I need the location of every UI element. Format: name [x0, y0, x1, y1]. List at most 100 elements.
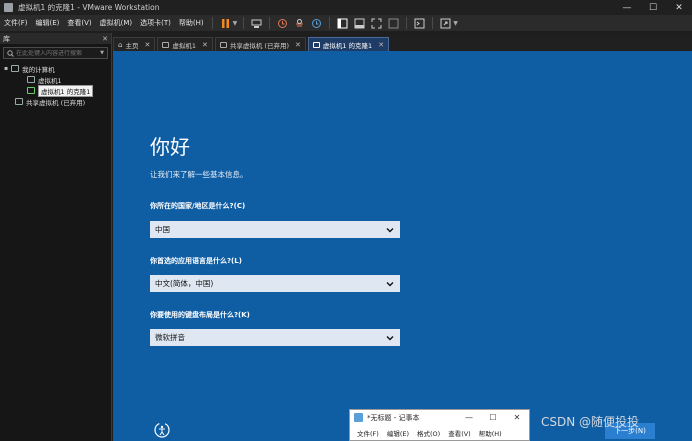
tab-label: 主页 [125, 41, 139, 50]
tab-vm1[interactable]: 虚拟机1 ✕ [157, 37, 213, 51]
menu-edit[interactable]: 编辑(E) [32, 18, 64, 28]
accessibility-icon[interactable] [153, 421, 171, 439]
stretch-guest-button[interactable] [438, 17, 453, 30]
minimize-button[interactable]: — [614, 0, 640, 15]
notepad-menu-edit[interactable]: 编辑(E) [383, 428, 413, 438]
console-button[interactable] [412, 17, 427, 30]
search-icon [7, 49, 14, 57]
notepad-menu-help[interactable]: 帮助(H) [475, 428, 506, 438]
notepad-menu-view[interactable]: 查看(V) [444, 428, 475, 438]
tab-bar: ⌂ 主页 ✕ 虚拟机1 ✕ 共享虚拟机 (已弃用) ✕ 虚拟机1 的克隆1 ✕ [113, 36, 692, 51]
notepad-menu-format[interactable]: 格式(O) [413, 428, 444, 438]
csdn-watermark: CSDN @随便投投 [541, 415, 640, 429]
menu-toolbar: 文件(F) 编辑(E) 查看(V) 虚拟机(M) 选项卡(T) 帮助(H) ▼ … [0, 15, 692, 31]
notepad-menu-file[interactable]: 文件(F) [353, 428, 383, 438]
notepad-window[interactable]: *无标题 - 记事本 — ☐ ✕ 文件(F) 编辑(E) 格式(O) 查看(V)… [349, 409, 530, 441]
tab-label: 虚拟机1 的克隆1 [322, 41, 373, 50]
window-controls: — ☐ ✕ [614, 0, 692, 15]
toolbar-separator [329, 17, 331, 29]
chevron-down-icon [386, 227, 394, 232]
region-value: 中国 [155, 225, 170, 234]
keyboard-send-icon [251, 19, 262, 28]
shared-vm-icon [219, 41, 227, 48]
notepad-maximize-button[interactable]: ☐ [481, 413, 505, 422]
vmware-app-icon [4, 3, 13, 12]
close-window-button[interactable]: ✕ [666, 0, 692, 15]
library-tree: ▪ 我的计算机 虚拟机1 虚拟机1 的克隆1 共享虚拟机 (已弃用) [0, 63, 111, 107]
notepad-window-controls: — ☐ ✕ [457, 413, 529, 422]
library-close-button[interactable]: ✕ [102, 35, 108, 43]
library-title: 库 [3, 34, 10, 43]
pause-button[interactable] [218, 17, 233, 30]
chevron-down-icon [386, 281, 394, 286]
notepad-icon [354, 413, 363, 422]
library-header: 库 ✕ [0, 33, 111, 44]
unity-button[interactable] [386, 17, 401, 30]
revert-snapshot-button[interactable] [292, 17, 307, 30]
home-icon: ⌂ [118, 40, 123, 49]
snapshot-manager-icon [312, 18, 322, 28]
library-search-input[interactable] [16, 49, 96, 57]
tab-home[interactable]: ⌂ 主页 ✕ [113, 37, 156, 51]
vm-icon [27, 76, 35, 83]
tree-label-my-computer: 我的计算机 [22, 65, 55, 74]
toolbar-separator [211, 17, 213, 29]
send-ctrl-alt-del-button[interactable] [249, 17, 264, 30]
toolbar-separator [432, 17, 434, 29]
region-select[interactable]: 中国 [150, 221, 400, 238]
vm-icon [312, 41, 320, 48]
tree-item-shared-vms[interactable]: 共享虚拟机 (已弃用) [0, 96, 111, 107]
oobe-title: 你好 [150, 135, 190, 159]
shared-vm-icon [15, 98, 23, 105]
tree-item-vm1-clone[interactable]: 虚拟机1 的克隆1 [0, 84, 111, 97]
tab-close-icon[interactable]: ✕ [295, 41, 301, 49]
menu-view[interactable]: 查看(V) [63, 18, 95, 28]
keyboard-question: 你要使用的键盘布局是什么?(K) [150, 311, 250, 319]
tree-label-vm1: 虚拟机1 [38, 76, 62, 85]
vm-icon [162, 41, 170, 48]
notepad-title-bar: *无标题 - 记事本 — ☐ ✕ [350, 410, 529, 425]
region-question: 你所在的国家/地区是什么?(C) [150, 202, 246, 210]
tab-close-icon[interactable]: ✕ [144, 41, 150, 49]
library-view-icon [337, 18, 348, 28]
keyboard-select[interactable]: 微软拼音 [150, 329, 400, 346]
menu-vm[interactable]: 虚拟机(M) [96, 18, 137, 28]
thumbnail-bar-button[interactable] [352, 17, 367, 30]
notepad-title: *无标题 - 记事本 [367, 413, 420, 422]
window-title: 虚拟机1 的克隆1 - VMware Workstation [18, 3, 160, 12]
menu-tabs[interactable]: 选项卡(T) [136, 18, 175, 28]
snapshot-manager-button[interactable] [309, 17, 324, 30]
fullscreen-icon [371, 18, 382, 28]
library-search-box[interactable]: ▼ [3, 47, 108, 59]
keyboard-value: 微软拼音 [155, 333, 185, 342]
tree-item-my-computer[interactable]: ▪ 我的计算机 [0, 63, 111, 74]
toolbar-separator [269, 17, 271, 29]
tab-vm1-clone[interactable]: 虚拟机1 的克隆1 ✕ [307, 37, 390, 51]
tab-shared-vms[interactable]: 共享虚拟机 (已弃用) ✕ [214, 37, 306, 51]
tab-close-icon[interactable]: ✕ [202, 41, 208, 49]
clock-icon [278, 18, 288, 28]
stretch-dropdown-icon[interactable]: ▼ [453, 20, 458, 27]
show-library-button[interactable] [335, 17, 350, 30]
menu-file[interactable]: 文件(F) [0, 18, 32, 28]
console-icon [414, 18, 425, 28]
notepad-close-button[interactable]: ✕ [505, 413, 529, 422]
maximize-button[interactable]: ☐ [640, 0, 666, 15]
notepad-menu-bar: 文件(F) 编辑(E) 格式(O) 查看(V) 帮助(H) [350, 425, 529, 440]
oobe-subtitle: 让我们来了解一些基本信息。 [150, 170, 248, 179]
vm-console[interactable]: 你好 让我们来了解一些基本信息。 你所在的国家/地区是什么?(C) 中国 你首选… [113, 51, 692, 441]
tab-close-icon[interactable]: ✕ [378, 41, 384, 49]
pause-icon [221, 18, 229, 28]
fullscreen-button[interactable] [369, 17, 384, 30]
menu-help[interactable]: 帮助(H) [175, 18, 208, 28]
notepad-minimize-button[interactable]: — [457, 413, 481, 422]
window-title-bar: 虚拟机1 的克隆1 - VMware Workstation — ☐ ✕ [0, 0, 692, 15]
tree-item-vm1[interactable]: 虚拟机1 [0, 74, 111, 85]
search-dropdown-icon[interactable]: ▼ [100, 50, 104, 56]
language-select[interactable]: 中文(简体，中国) [150, 275, 400, 292]
language-question: 你首选的应用语言是什么?(L) [150, 257, 242, 265]
tab-label: 共享虚拟机 (已弃用) [229, 41, 289, 50]
snapshot-button[interactable] [275, 17, 290, 30]
collapse-icon[interactable]: ▪ [4, 65, 8, 72]
pause-dropdown-icon[interactable]: ▼ [233, 20, 238, 27]
